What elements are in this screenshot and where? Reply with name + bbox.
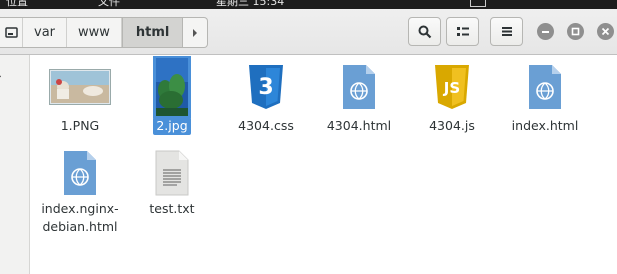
minimize-button[interactable] <box>537 23 554 40</box>
path-crumb-www[interactable]: www <box>67 18 122 47</box>
css-file-icon: 3 <box>249 65 283 109</box>
file-item-4304-css[interactable]: 3 4304.css <box>218 57 314 135</box>
file-name: 1.PNG <box>60 118 100 133</box>
view-options-button[interactable] <box>446 17 479 46</box>
file-name: 4304.css <box>238 118 294 133</box>
image-thumbnail-icon <box>153 56 191 118</box>
file-item-index-html[interactable]: index.html <box>497 57 593 135</box>
view-options-icon <box>456 26 469 36</box>
minimize-icon <box>542 31 549 33</box>
html-file-icon <box>343 65 375 109</box>
file-item-index-nginx-debian-html[interactable]: index.nginx- debian.html <box>32 145 128 236</box>
search-button[interactable] <box>408 17 441 46</box>
path-root-button[interactable] <box>0 18 23 47</box>
system-top-bar: 位置 文件 星期三 15:34 <box>0 0 617 9</box>
file-name-selected: 2.jpg <box>153 117 191 135</box>
sidebar-marker-icon: › <box>0 72 2 82</box>
file-name: index.nginx- debian.html <box>41 201 119 234</box>
html-file-icon <box>529 65 561 109</box>
drive-icon <box>4 27 18 38</box>
header-bar: var www html <box>0 9 617 55</box>
file-item-test-txt[interactable]: test.txt <box>124 145 220 218</box>
file-name: 4304.js <box>429 118 475 133</box>
search-icon <box>418 25 431 38</box>
menu-icon <box>501 27 512 36</box>
menu-button[interactable] <box>490 17 523 46</box>
maximize-button[interactable] <box>567 23 584 40</box>
topbar-clock[interactable]: 星期三 15:34 <box>216 0 284 9</box>
path-crumb-var[interactable]: var <box>23 18 68 47</box>
file-name: 4304.html <box>326 118 392 133</box>
topbar-files[interactable]: 文件 <box>98 0 120 9</box>
file-name: test.txt <box>149 201 195 216</box>
path-crumb-html[interactable]: html <box>121 18 184 47</box>
path-forward-button[interactable] <box>183 18 207 47</box>
topbar-places[interactable]: 位置 <box>6 0 28 9</box>
file-item-2-jpg[interactable]: 2.jpg <box>124 56 220 135</box>
path-bar: var www html <box>0 17 209 48</box>
sidebar: › <box>0 55 30 274</box>
maximize-icon <box>571 27 580 36</box>
image-thumbnail-icon <box>49 69 111 105</box>
file-item-1-png[interactable]: 1.PNG <box>32 57 128 135</box>
js-file-icon: JS <box>435 65 469 109</box>
chevron-right-icon <box>193 28 198 37</box>
file-name: index.html <box>511 118 579 133</box>
topbar-indicator-icon[interactable] <box>470 0 486 7</box>
file-item-4304-html[interactable]: 4304.html <box>311 57 407 135</box>
text-file-icon <box>155 150 189 195</box>
close-icon <box>601 27 610 36</box>
svg-text:3: 3 <box>258 75 273 100</box>
html-file-icon <box>64 150 96 195</box>
close-button[interactable] <box>597 23 614 40</box>
svg-text:JS: JS <box>443 79 460 97</box>
file-item-4304-js[interactable]: JS 4304.js <box>404 57 500 135</box>
